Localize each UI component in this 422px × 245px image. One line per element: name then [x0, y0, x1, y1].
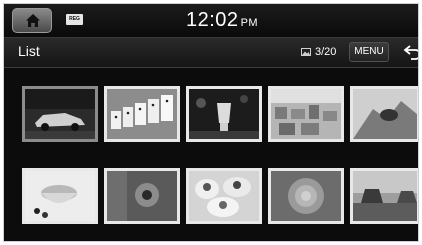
- thumbnail-dominoes[interactable]: [104, 86, 180, 142]
- home-icon: [26, 14, 40, 27]
- status-bar: REG 12:02 PM: [4, 4, 418, 37]
- thumbnail-desserts[interactable]: [186, 168, 262, 224]
- head-unit-screen: REG 12:02 PM List 3/20 MENU: [3, 3, 419, 242]
- back-arrow-icon: [403, 45, 418, 60]
- thumbnail-desert[interactable]: [350, 168, 418, 224]
- menu-button[interactable]: MENU: [349, 42, 389, 62]
- back-button[interactable]: [402, 42, 418, 62]
- thumbnail-grid: [4, 68, 418, 241]
- cocktail-image: [189, 89, 259, 139]
- photo-icon: [301, 48, 311, 56]
- desert-image: [353, 171, 417, 221]
- desserts-image: [189, 171, 259, 221]
- thumbnail-bird[interactable]: [350, 86, 418, 142]
- thumbnail-tea[interactable]: [22, 168, 98, 224]
- thumbnail-city[interactable]: [268, 86, 344, 142]
- thumbnail-cocktail[interactable]: [186, 86, 262, 142]
- thumbnail-flower[interactable]: [104, 168, 180, 224]
- tea-image: [25, 171, 95, 221]
- title-bar: List 3/20 MENU: [4, 38, 418, 68]
- thumbnail-succulent[interactable]: [268, 168, 344, 224]
- dominoes-image: [107, 89, 177, 139]
- clock-time: 12:02: [186, 9, 239, 31]
- flower-image: [107, 171, 177, 221]
- bird-image: [353, 89, 417, 139]
- clock-ampm: PM: [240, 17, 259, 29]
- car-image: [25, 89, 95, 139]
- home-button[interactable]: [12, 8, 52, 33]
- clock: 12:02 PM: [186, 9, 258, 32]
- page-counter: 3/20: [315, 46, 337, 58]
- page-title: List: [18, 43, 40, 59]
- reg-badge: REG: [66, 14, 83, 25]
- city-image: [271, 89, 341, 139]
- thumbnail-car[interactable]: [22, 86, 98, 142]
- succulent-image: [271, 171, 341, 221]
